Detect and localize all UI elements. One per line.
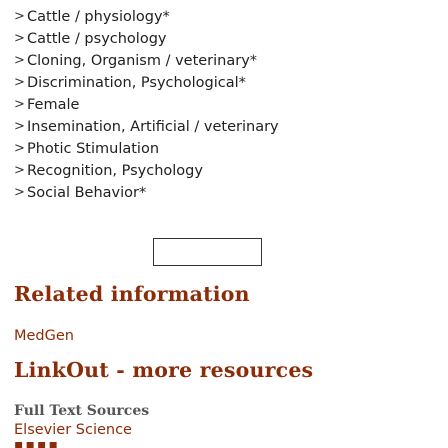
cutoff-next-link: ▪▪▪▪▪ xyxy=(14,442,60,448)
mesh-terms-list: > Cattle / physiology* > Cattle / psycho… xyxy=(14,6,279,204)
mesh-term-item[interactable]: > Recognition, Psychology xyxy=(14,160,279,182)
medgen-link[interactable]: MedGen xyxy=(14,328,74,344)
chevron-right-icon: > xyxy=(14,53,25,68)
chevron-right-icon: > xyxy=(14,119,25,134)
mesh-term-item[interactable]: > Cloning, Organism / veterinary* xyxy=(14,50,279,72)
chevron-right-icon: > xyxy=(14,31,25,46)
chevron-right-icon: > xyxy=(14,97,25,112)
mesh-term-item[interactable]: > Social Behavior* xyxy=(14,182,279,204)
related-information-heading: Related information xyxy=(14,282,250,306)
chevron-right-icon: > xyxy=(14,141,25,156)
mesh-term-label[interactable]: Social Behavior* xyxy=(27,182,146,204)
chevron-right-icon: > xyxy=(14,75,25,90)
empty-outline-box xyxy=(153,238,262,266)
mesh-term-label[interactable]: Female xyxy=(27,94,79,116)
mesh-term-item[interactable]: > Cattle / psychology xyxy=(14,28,279,50)
mesh-term-item[interactable]: > Photic Stimulation xyxy=(14,138,279,160)
mesh-term-label[interactable]: Discrimination, Psychological* xyxy=(27,72,246,94)
mesh-term-label[interactable]: Cattle / physiology* xyxy=(27,6,170,28)
chevron-right-icon: > xyxy=(14,185,25,200)
full-text-sources-heading: Full Text Sources xyxy=(14,403,150,419)
mesh-term-label[interactable]: Insemination, Artificial / veterinary xyxy=(27,116,279,138)
mesh-term-item[interactable]: > Cattle / physiology* xyxy=(14,6,279,28)
mesh-term-label[interactable]: Recognition, Psychology xyxy=(27,160,203,182)
mesh-term-item[interactable]: > Female xyxy=(14,94,279,116)
mesh-term-label[interactable]: Cattle / psychology xyxy=(27,28,167,50)
mesh-term-label[interactable]: Photic Stimulation xyxy=(27,138,159,160)
mesh-term-item[interactable]: > Insemination, Artificial / veterinary xyxy=(14,116,279,138)
linkout-heading: LinkOut - more resources xyxy=(14,358,314,382)
mesh-term-item[interactable]: > Discrimination, Psychological* xyxy=(14,72,279,94)
mesh-term-label[interactable]: Cloning, Organism / veterinary* xyxy=(27,50,257,72)
chevron-right-icon: > xyxy=(14,163,25,178)
elsevier-science-link[interactable]: Elsevier Science xyxy=(14,422,132,438)
chevron-right-icon: > xyxy=(14,9,25,24)
